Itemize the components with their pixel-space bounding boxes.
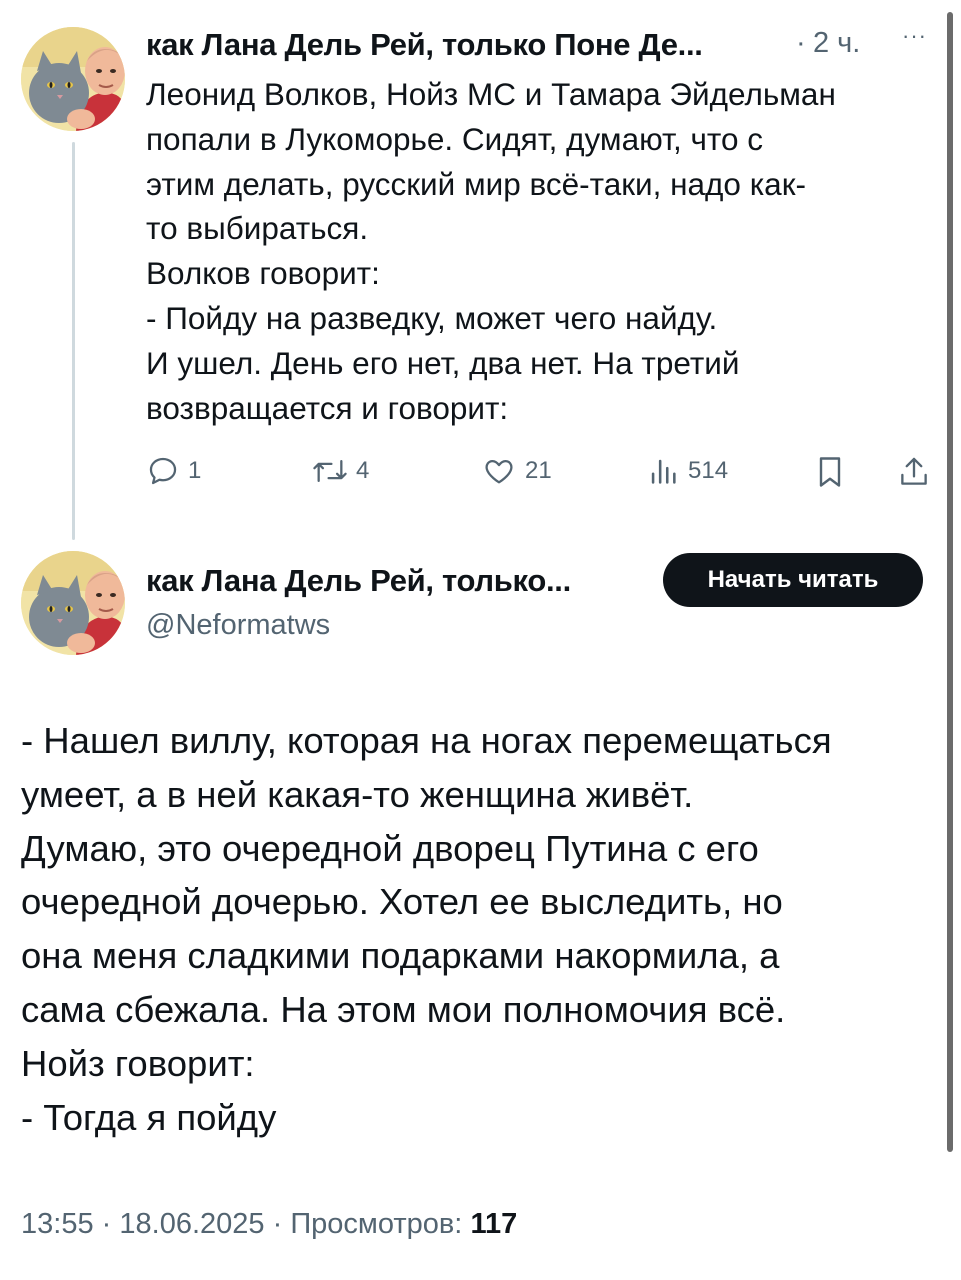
views-button[interactable]: 514: [648, 454, 728, 488]
like-button[interactable]: 21: [481, 454, 552, 488]
retweet-icon: [313, 459, 347, 483]
tweet-text: Леонид Волков, Нойз МС и Тамара Эйдельма…: [146, 72, 936, 430]
tweet-line: попали в Лукоморье. Сидят, думают, что с: [146, 120, 763, 157]
tweet-time[interactable]: 2 ч.: [813, 27, 860, 60]
tweet-text: - Нашел виллу, которая на ногах перемеща…: [21, 714, 941, 1144]
scrollbar[interactable]: [947, 12, 953, 1152]
tweet-line: умеет, а в ней какая-то женщина живёт.: [21, 773, 694, 815]
tweet-line: Леонид Волков, Нойз МС и Тамара Эйдельма…: [146, 76, 836, 112]
retweet-count: 4: [356, 457, 370, 484]
separator-dot: ·: [796, 27, 806, 59]
avatar[interactable]: [21, 551, 125, 655]
tweet-line: - Нашел виллу, которая на ногах перемеща…: [21, 720, 832, 761]
author-name[interactable]: как Лана Дель Рей, только...: [146, 563, 571, 599]
tweet-line: - Пойду на разведку, может чего найду.: [146, 299, 718, 336]
follow-button[interactable]: Начать читать: [663, 553, 923, 607]
like-icon: [485, 459, 513, 484]
tweet-line: И ушел. День его нет, два нет. На третий: [146, 344, 740, 381]
separator-dot: ·: [101, 1208, 112, 1240]
tweet-line: Нойз говорит:: [21, 1042, 255, 1084]
tweet-line: Думаю, это очередной дворец Путина с его: [21, 827, 759, 869]
author-name[interactable]: как Лана Дель Рей, только Поне Де...: [146, 27, 703, 63]
like-count: 21: [525, 457, 552, 484]
reply-button[interactable]: 1: [146, 454, 201, 488]
more-options-icon[interactable]: ···: [902, 23, 927, 49]
views-count: 514: [688, 457, 729, 484]
share-icon: [901, 457, 927, 485]
tweet-time[interactable]: 13:55: [21, 1208, 94, 1240]
views-label: Просмотров:: [290, 1208, 463, 1240]
tweet-footer: 13:55 · 18.06.2025 · Просмотров: 117: [21, 1208, 517, 1241]
views-icon: [651, 459, 676, 484]
avatar[interactable]: [21, 27, 125, 131]
reply-count: 1: [188, 457, 202, 484]
bookmark-icon: [819, 457, 841, 487]
tweet-date[interactable]: 18.06.2025: [119, 1208, 264, 1240]
tweet-line: она меня сладкими подарками накормила, а: [21, 935, 780, 977]
retweet-button[interactable]: 4: [310, 454, 369, 488]
separator-dot: ·: [272, 1208, 283, 1240]
author-handle[interactable]: @Neformatws: [146, 609, 330, 642]
views-count[interactable]: 117: [470, 1208, 517, 1240]
tweet-line: Волков говорит:: [146, 255, 380, 292]
tweet-line: этим делать, русский мир всё-таки, надо …: [146, 165, 806, 202]
share-button[interactable]: [898, 454, 930, 490]
avatar-image: [21, 27, 125, 131]
reply-icon: [149, 457, 177, 485]
avatar-image: [21, 551, 125, 655]
tweet-line: очередной дочерью. Хотел ее выследить, н…: [21, 881, 783, 923]
bookmark-button[interactable]: [815, 454, 845, 490]
tweet-line: возвращается и говорит:: [146, 389, 509, 426]
tweet-line: то выбираться.: [146, 210, 369, 247]
tweet-line: сама сбежала. На этом мои полномочия всё…: [21, 988, 786, 1030]
tweet-line: - Тогда я пойду: [21, 1096, 277, 1138]
thread-line: [72, 142, 75, 540]
